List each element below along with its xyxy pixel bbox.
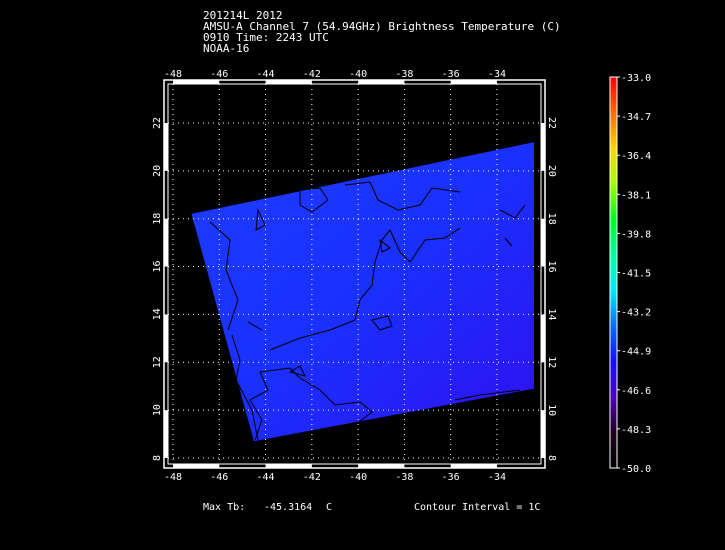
frame-bar — [541, 122, 545, 171]
y-tick-label-right: 12 — [546, 356, 557, 368]
frame-bar — [358, 464, 405, 468]
x-tick-label-top: -40 — [349, 69, 367, 80]
frame-bar — [265, 80, 312, 84]
frame-bar — [173, 464, 220, 468]
colorbar-label: -36.4 — [621, 151, 651, 162]
y-tick-label-left: 20 — [152, 165, 163, 177]
y-tick-label-left: 18 — [152, 213, 163, 225]
y-tick-label-left: 10 — [152, 404, 163, 416]
y-tick-label-left: 8 — [152, 455, 163, 461]
contour-interval: Contour Interval = 1C — [414, 502, 541, 513]
colorbar-label: -33.0 — [621, 73, 651, 84]
x-tick-label-bottom: -34 — [488, 472, 506, 483]
x-tick-label-bottom: -38 — [395, 472, 413, 483]
y-tick-label-left: 12 — [152, 356, 163, 368]
x-tick-label-bottom: -42 — [303, 472, 321, 483]
frame-bar — [173, 80, 220, 84]
colorbar-label: -41.5 — [621, 269, 651, 280]
y-tick-label-left: 16 — [152, 261, 163, 273]
colorbar-label: -43.2 — [621, 308, 651, 319]
x-tick-label-top: -48 — [164, 69, 182, 80]
data-swath — [191, 142, 534, 442]
x-tick-label-bottom: -44 — [257, 472, 275, 483]
y-tick-label-right: 10 — [546, 404, 557, 416]
colorbar — [609, 76, 618, 469]
x-tick-label-top: -42 — [303, 69, 321, 80]
y-tick-label-left: 22 — [152, 117, 163, 129]
x-tick-label-top: -34 — [488, 69, 506, 80]
x-tick-label-top: -36 — [442, 69, 460, 80]
frame-bar — [541, 314, 545, 363]
y-tick-label-left: 14 — [152, 308, 163, 320]
x-tick-label-bottom: -48 — [164, 472, 182, 483]
colorbar-label: -39.8 — [621, 229, 651, 240]
y-tick-label-right: 8 — [546, 455, 557, 461]
colorbar-label: -50.0 — [621, 464, 651, 475]
frame-bar — [265, 464, 312, 468]
colorbar-label: -46.6 — [621, 386, 651, 397]
y-tick-label-right: 20 — [546, 165, 557, 177]
x-tick-label-top: -44 — [257, 69, 275, 80]
colorbar-label: -38.1 — [621, 190, 651, 201]
frame-bar — [164, 218, 168, 267]
x-tick-label-top: -38 — [395, 69, 413, 80]
colorbar-label: -34.7 — [621, 112, 651, 123]
max-tb-label: Max Tb: — [203, 502, 246, 513]
x-tick-label-bottom: -36 — [442, 472, 460, 483]
frame-bar — [541, 410, 545, 458]
max-tb-unit: C — [326, 502, 333, 513]
frame-bar — [164, 410, 168, 458]
frame-bar — [164, 314, 168, 363]
x-tick-label-bottom: -40 — [349, 472, 367, 483]
max-tb-value: -45.3164 — [264, 502, 313, 513]
frame-bar — [450, 464, 497, 468]
frame-bar — [164, 122, 168, 171]
y-tick-label-right: 14 — [546, 308, 557, 320]
x-tick-label-bottom: -46 — [210, 472, 228, 483]
y-tick-label-right: 22 — [546, 117, 557, 129]
colorbar-label: -44.9 — [621, 347, 651, 358]
frame-bar — [450, 80, 497, 84]
colorbar-label: -48.3 — [621, 425, 651, 436]
y-tick-label-right: 16 — [546, 261, 557, 273]
y-tick-label-right: 18 — [546, 213, 557, 225]
frame-bar — [541, 218, 545, 267]
map-plot: -48 -48 -46 -46 -44 -44 -42 -42 -40 -40 -38 -38 -36 -… — [152, 69, 651, 483]
x-tick-label-top: -46 — [210, 69, 228, 80]
frame-bar — [358, 80, 405, 84]
